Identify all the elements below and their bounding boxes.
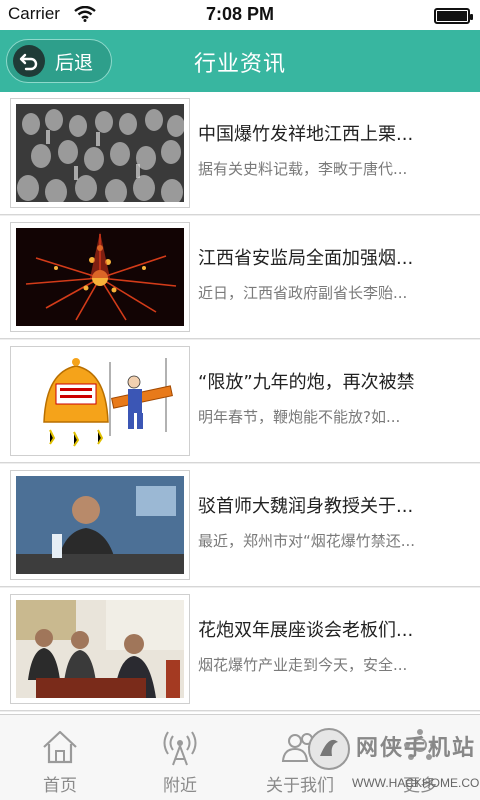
news-thumbnail — [10, 222, 190, 332]
news-thumbnail — [10, 470, 190, 580]
news-summary: 明年春节，鞭炮能不能放?如... — [198, 408, 401, 426]
people-icon — [280, 727, 320, 767]
status-bar: Carrier 7:08 PM — [0, 0, 480, 30]
news-title: 驳首师大魏润身教授关于... — [198, 496, 414, 517]
news-summary: 烟花爆竹产业走到今天，安全... — [198, 656, 408, 674]
news-item[interactable]: 中国爆竹发祥地江西上栗... 据有关史料记载，李畋于唐代... — [0, 92, 480, 215]
tab-label: 更多 — [403, 776, 437, 796]
tab-home[interactable]: 首页 — [0, 715, 120, 800]
news-item[interactable]: 花炮双年展座谈会老板们... 烟花爆竹产业走到今天，安全... — [0, 588, 480, 711]
news-item[interactable]: 江西省安监局全面加强烟... 近日，江西省政府副省长李贻... — [0, 216, 480, 339]
home-icon — [40, 727, 80, 767]
tab-label: 关于我们 — [266, 776, 334, 796]
news-title: 江西省安监局全面加强烟... — [198, 248, 414, 269]
more-icon — [400, 727, 440, 767]
tab-more[interactable]: 更多 — [360, 715, 480, 800]
news-item[interactable]: “限放”九年的炮，再次被禁 明年春节，鞭炮能不能放?如... — [0, 340, 480, 463]
battery-icon — [434, 8, 473, 24]
tab-bar: 首页 附近 关于我们 更多 — [0, 714, 480, 800]
news-title: 花炮双年展座谈会老板们... — [198, 620, 414, 641]
page-title: 行业资讯 — [193, 52, 286, 77]
news-title: 中国爆竹发祥地江西上栗... — [198, 124, 414, 145]
nav-bar: 后退 行业资讯 — [0, 30, 480, 92]
tab-nearby[interactable]: 附近 — [120, 715, 240, 800]
news-summary: 最近，郑州市对“烟花爆竹禁还... — [198, 532, 416, 550]
news-title: “限放”九年的炮，再次被禁 — [198, 372, 415, 393]
tab-about-us[interactable]: 关于我们 — [240, 715, 360, 800]
signal-tower-icon — [160, 727, 200, 767]
news-list[interactable]: 中国爆竹发祥地江西上栗... 据有关史料记载，李畋于唐代... 江西省安监局全面… — [0, 92, 480, 714]
tab-label: 附近 — [163, 776, 197, 796]
tab-label: 首页 — [43, 776, 77, 796]
news-thumbnail — [10, 98, 190, 208]
clock: 7:08 PM — [205, 4, 275, 24]
news-summary: 据有关史料记载，李畋于唐代... — [198, 160, 408, 178]
news-summary: 近日，江西省政府副省长李贻... — [198, 284, 408, 302]
news-thumbnail — [10, 346, 190, 456]
news-thumbnail — [10, 594, 190, 704]
news-item[interactable]: 驳首师大魏润身教授关于... 最近，郑州市对“烟花爆竹禁还... — [0, 464, 480, 587]
